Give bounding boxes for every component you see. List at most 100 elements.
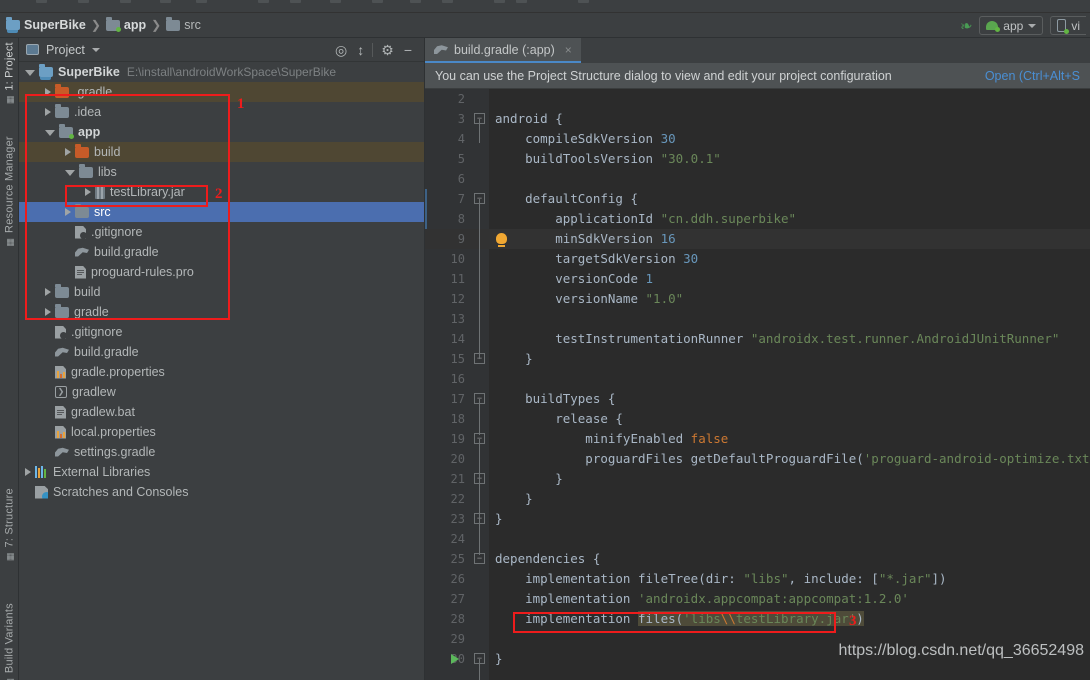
tab-label: build.gradle (:app) bbox=[454, 42, 555, 57]
close-icon[interactable]: × bbox=[565, 43, 572, 57]
tree-node-local-properties[interactable]: local.properties bbox=[19, 422, 424, 442]
tree-node-settings-gradle[interactable]: settings.gradle bbox=[19, 442, 424, 462]
structure-icon: ▦ bbox=[4, 551, 15, 562]
project-folder-icon bbox=[39, 64, 53, 80]
annotation-number-2: 2 bbox=[215, 186, 223, 202]
breadcrumb-item-app[interactable]: app bbox=[105, 16, 146, 32]
device-selector[interactable]: vi bbox=[1050, 16, 1086, 35]
tree-node-proguard-rules-pro[interactable]: proguard-rules.pro bbox=[19, 262, 424, 282]
chevron-down-icon[interactable] bbox=[65, 170, 75, 176]
folder-icon bbox=[55, 283, 69, 298]
tree-node-label: build bbox=[94, 145, 121, 159]
settings-gear-icon[interactable]: ⚙ bbox=[381, 43, 394, 57]
tree-node-gradlew[interactable]: ❯ gradlew bbox=[19, 382, 424, 402]
line-number: 4 bbox=[457, 132, 465, 146]
tree-node-gradlew-bat[interactable]: gradlew.bat bbox=[19, 402, 424, 422]
properties-icon bbox=[55, 425, 66, 439]
fold-region-line bbox=[479, 119, 480, 143]
tree-node-label: .gitignore bbox=[71, 325, 123, 339]
module-folder-icon bbox=[59, 123, 74, 139]
sidebar-item-project[interactable]: ▦ 1: Project bbox=[0, 42, 19, 105]
line-text: } bbox=[495, 491, 533, 506]
tree-node-label: proguard-rules.pro bbox=[91, 265, 194, 279]
left-tool-window-bar: ▦ 1: Project ▦ Resource Manager ▦ 7: Str… bbox=[0, 38, 19, 680]
code-line: 27 implementation 'androidx.appcompat:ap… bbox=[425, 589, 1090, 609]
run-config-label: app bbox=[1003, 18, 1024, 33]
tree-node-label: src bbox=[94, 205, 111, 219]
code-editor[interactable]: 2 3 android {4 compileSdkVersion 30 5 build… bbox=[425, 89, 1090, 680]
sidebar-item-label: Resource Manager bbox=[3, 136, 16, 233]
folder-icon bbox=[75, 203, 89, 218]
sidebar-item-resource-manager[interactable]: ▦ Resource Manager bbox=[0, 136, 19, 247]
code-line: 13 bbox=[425, 309, 1090, 329]
chevron-right-icon[interactable] bbox=[45, 88, 51, 96]
tree-node--gitignore[interactable]: .gitignore bbox=[19, 322, 424, 342]
chevron-right-icon[interactable] bbox=[65, 148, 71, 156]
annotation-number-1: 1 bbox=[237, 96, 245, 112]
chevron-down-icon[interactable] bbox=[25, 70, 35, 76]
code-line: 12 versionName "1.0" bbox=[425, 289, 1090, 309]
tree-node--gitignore[interactable]: .gitignore bbox=[19, 222, 424, 242]
tree-node-build[interactable]: build bbox=[19, 282, 424, 302]
line-number: 18 bbox=[450, 412, 465, 426]
line-number: 7 bbox=[457, 192, 465, 206]
tree-node-build[interactable]: build bbox=[19, 142, 424, 162]
code-line: 25 dependencies { bbox=[425, 549, 1090, 569]
tree-node--gradle[interactable]: .gradle bbox=[19, 82, 424, 102]
line-text: testInstrumentationRunner "androidx.test… bbox=[495, 331, 1060, 346]
line-number: 8 bbox=[457, 212, 465, 226]
tree-node-app[interactable]: app bbox=[19, 122, 424, 142]
sidebar-item-build-variants[interactable]: ▦ Build Variants bbox=[0, 603, 19, 680]
chevron-right-icon[interactable] bbox=[45, 288, 51, 296]
tree-node-label: .gradle bbox=[74, 85, 113, 99]
open-project-structure-link[interactable]: Open (Ctrl+Alt+S bbox=[985, 69, 1080, 83]
chevron-right-icon[interactable] bbox=[85, 188, 91, 196]
line-text: implementation 'androidx.appcompat:appco… bbox=[495, 591, 909, 606]
breadcrumb-item-superbike[interactable]: SuperBike bbox=[6, 17, 86, 33]
chevron-down-icon[interactable] bbox=[45, 130, 55, 136]
tree-node-scratches-and-consoles[interactable]: Scratches and Consoles bbox=[19, 482, 424, 502]
caret-indicator bbox=[425, 189, 427, 209]
hide-icon[interactable]: − bbox=[404, 43, 412, 57]
chevron-right-icon[interactable] bbox=[65, 208, 71, 216]
folder-icon bbox=[75, 143, 89, 158]
scratches-icon bbox=[35, 485, 48, 499]
chevron-down-icon[interactable] bbox=[91, 47, 100, 52]
code-line: 18 release { bbox=[425, 409, 1090, 429]
tree-node-build-gradle[interactable]: build.gradle bbox=[19, 342, 424, 362]
line-text: implementation files('libs\\testLibrary.… bbox=[495, 611, 864, 626]
code-line: 14 testInstrumentationRunner "androidx.t… bbox=[425, 329, 1090, 349]
chevron-right-icon[interactable] bbox=[45, 108, 51, 116]
main-toolbar-strip[interactable] bbox=[0, 0, 1090, 13]
tab-build-gradle-app[interactable]: build.gradle (:app) × bbox=[425, 38, 581, 63]
project-tree[interactable]: SuperBike E:\install\androidWorkSpace\Sup… bbox=[19, 62, 424, 680]
collapse-all-icon[interactable]: ↕ bbox=[357, 43, 364, 57]
run-gradle-task-icon[interactable] bbox=[451, 654, 459, 664]
hammer-icon[interactable]: ❧ bbox=[959, 16, 974, 36]
breadcrumb-item-src[interactable]: src bbox=[166, 16, 201, 32]
sidebar-item-label: Build Variants bbox=[3, 603, 16, 673]
tree-node-external-libraries[interactable]: External Libraries bbox=[19, 462, 424, 482]
run-configuration-selector[interactable]: app bbox=[979, 16, 1044, 35]
sidebar-item-structure[interactable]: ▦ 7: Structure bbox=[0, 488, 19, 561]
line-number: 24 bbox=[450, 532, 465, 546]
tree-node-libs[interactable]: libs bbox=[19, 162, 424, 182]
tree-node-label: build.gradle bbox=[74, 345, 139, 359]
tree-node-build-gradle[interactable]: build.gradle bbox=[19, 242, 424, 262]
chevron-right-icon[interactable] bbox=[45, 308, 51, 316]
tree-node--idea[interactable]: .idea bbox=[19, 102, 424, 122]
tree-node-gradle-properties[interactable]: gradle.properties bbox=[19, 362, 424, 382]
folder-icon bbox=[55, 103, 69, 118]
tree-node-path: E:\install\androidWorkSpace\SuperBike bbox=[126, 65, 337, 79]
locate-icon[interactable]: ◎ bbox=[335, 43, 347, 57]
tree-node-superbike[interactable]: SuperBike E:\install\androidWorkSpace\Sup… bbox=[19, 62, 424, 82]
code-line: 24 bbox=[425, 529, 1090, 549]
tree-node-gradle[interactable]: gradle bbox=[19, 302, 424, 322]
tree-node-label: gradle bbox=[74, 305, 109, 319]
intention-bulb-icon[interactable] bbox=[496, 233, 507, 247]
gradle-icon bbox=[55, 347, 69, 357]
annotation-number-3: 3 bbox=[849, 613, 857, 629]
tree-node-src[interactable]: src bbox=[19, 202, 424, 222]
line-number: 15 bbox=[450, 352, 465, 366]
chevron-right-icon[interactable] bbox=[25, 468, 31, 476]
